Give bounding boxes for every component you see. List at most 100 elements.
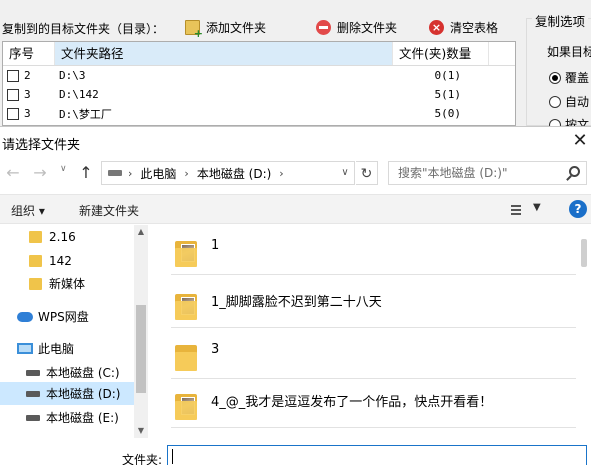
breadcrumb-local-disk-d[interactable]: 本地磁盘 (D:) bbox=[197, 165, 271, 182]
search-input[interactable] bbox=[398, 166, 568, 180]
close-button[interactable]: ✕ bbox=[569, 130, 591, 152]
address-bar[interactable]: › 此电脑 › 本地磁盘 (D:) › bbox=[101, 161, 355, 185]
navigation-bar: ← → ∨ ↑ › 此电脑 › 本地磁盘 (D:) › ∨ ↻ bbox=[0, 158, 591, 188]
row-path: D:\142 bbox=[59, 88, 99, 101]
navigation-scrollbar[interactable]: ▲ ▼ bbox=[134, 225, 148, 438]
refresh-icon[interactable]: ↻ bbox=[356, 161, 378, 185]
copy-options-title: 复制选项 bbox=[532, 11, 589, 30]
folder-icon bbox=[175, 343, 197, 371]
forward-arrow-icon[interactable]: → bbox=[30, 163, 50, 183]
computer-icon bbox=[17, 343, 33, 354]
command-bar: 组织 ▾ 新建文件夹 ▼ ? bbox=[0, 194, 591, 224]
row-count: 5(1) bbox=[434, 88, 462, 101]
tree-item-local-disk-e[interactable]: 本地磁盘 (E:) bbox=[0, 406, 134, 429]
back-arrow-icon[interactable]: ← bbox=[3, 163, 23, 183]
minus-circle-icon bbox=[316, 19, 331, 35]
list-item[interactable]: 3 bbox=[171, 329, 576, 379]
header-seq[interactable]: 序号 bbox=[3, 42, 55, 65]
tree-item-wps-cloud[interactable]: WPS网盘 bbox=[0, 305, 134, 328]
radio-overwrite[interactable]: 覆盖 bbox=[549, 69, 589, 86]
drive-icon bbox=[26, 369, 40, 376]
row-seq: 3 bbox=[24, 107, 31, 120]
search-box[interactable] bbox=[388, 161, 587, 185]
row-seq: 3 bbox=[24, 88, 31, 101]
tree-item-label: 此电脑 bbox=[38, 342, 75, 356]
address-dropdown-icon[interactable]: ∨ bbox=[337, 161, 353, 185]
breadcrumb-separator[interactable]: › bbox=[184, 167, 188, 180]
folder-icon bbox=[175, 392, 197, 420]
text-caret bbox=[172, 449, 173, 464]
folder-name: 1_脚脚露脸不迟到第二十八天 bbox=[211, 295, 382, 310]
folder-icon bbox=[29, 230, 42, 243]
clear-table-button[interactable]: × 清空表格 bbox=[429, 17, 498, 37]
up-arrow-icon[interactable]: ↑ bbox=[76, 163, 96, 183]
header-path[interactable]: 文件夹路径 bbox=[55, 42, 393, 65]
drive-icon bbox=[26, 414, 40, 421]
tree-item-2-16[interactable]: 2.16 bbox=[0, 225, 134, 248]
tree-item-label: 新媒体 bbox=[49, 277, 86, 291]
cloud-icon bbox=[17, 311, 33, 322]
list-item[interactable]: 1_脚脚露脸不迟到第二十八天 bbox=[171, 278, 576, 328]
tree-item-local-disk-d[interactable]: 本地磁盘 (D:) bbox=[0, 382, 134, 405]
copy-options-subtitle: 如果目标 bbox=[547, 45, 591, 59]
tree-item-label: 本地磁盘 (E:) bbox=[46, 411, 119, 425]
row-checkbox[interactable] bbox=[7, 107, 19, 120]
scroll-up-icon[interactable]: ▲ bbox=[134, 225, 148, 239]
folder-icon bbox=[29, 254, 42, 267]
tree-item-label: 本地磁盘 (C:) bbox=[46, 366, 120, 380]
breadcrumb-separator[interactable]: › bbox=[128, 167, 132, 180]
scroll-down-icon[interactable]: ▼ bbox=[134, 424, 148, 438]
target-folder-label: 复制到的目标文件夹（目录）： bbox=[2, 22, 165, 36]
radio-auto[interactable]: 自动 bbox=[549, 93, 589, 110]
folder-icon bbox=[175, 239, 197, 267]
list-item[interactable]: 4_@_我才是逗逗发布了一个作品，快点开看看！ bbox=[171, 378, 576, 428]
table-header: 序号 文件夹路径 文件(夹)数量 bbox=[3, 42, 515, 66]
scroll-thumb[interactable] bbox=[136, 305, 146, 393]
row-path: D:\梦工厂 bbox=[59, 107, 112, 121]
view-options-icon[interactable] bbox=[507, 203, 521, 217]
search-icon[interactable] bbox=[569, 166, 580, 177]
drive-icon bbox=[108, 170, 122, 176]
row-checkbox[interactable] bbox=[7, 88, 19, 101]
organize-menu-button[interactable]: 组织 ▾ bbox=[11, 202, 45, 219]
tree-item-local-disk-c[interactable]: 本地磁盘 (C:) bbox=[0, 361, 134, 384]
table-row[interactable]: 2 D:\3 0(1) bbox=[3, 66, 515, 85]
target-folder-table: 序号 文件夹路径 文件(夹)数量 2 D:\3 0(1) 3 D:\142 5(… bbox=[2, 41, 516, 126]
view-dropdown-icon[interactable]: ▼ bbox=[533, 202, 541, 213]
radio-button-checked[interactable] bbox=[549, 71, 561, 84]
tree-item-this-pc[interactable]: 此电脑 bbox=[0, 337, 134, 360]
help-icon[interactable]: ? bbox=[569, 200, 587, 218]
row-checkbox[interactable] bbox=[7, 69, 19, 82]
folder-list-scrollbar[interactable] bbox=[577, 225, 591, 438]
breadcrumb-separator[interactable]: › bbox=[279, 167, 283, 180]
folder-name: 1 bbox=[211, 238, 220, 253]
tree-item-label: WPS网盘 bbox=[38, 310, 89, 324]
drive-icon bbox=[26, 390, 40, 397]
list-item[interactable]: 1 bbox=[171, 225, 576, 275]
breadcrumb-this-pc[interactable]: 此电脑 bbox=[140, 165, 176, 182]
tree-item-label: 本地磁盘 (D:) bbox=[46, 387, 121, 401]
scroll-thumb[interactable] bbox=[581, 239, 587, 267]
clear-x-icon: × bbox=[429, 19, 444, 35]
tree-item-142[interactable]: 142 bbox=[0, 249, 134, 272]
recent-locations-dropdown-icon[interactable]: ∨ bbox=[60, 164, 67, 174]
tree-item-new-media[interactable]: 新媒体 bbox=[0, 272, 134, 295]
navigation-pane: 2.16 142 新媒体 WPS网盘 此电脑 本地磁盘 (C:) 本地磁盘 (D… bbox=[0, 225, 148, 438]
delete-folder-button[interactable]: 删除文件夹 bbox=[316, 17, 397, 37]
radio-auto-label: 自动 bbox=[565, 95, 590, 109]
add-folder-label: 添加文件夹 bbox=[206, 20, 267, 35]
folder-name-input[interactable] bbox=[167, 445, 587, 465]
folder-icon bbox=[175, 292, 197, 320]
radio-button[interactable] bbox=[549, 95, 561, 108]
tree-item-label: 2.16 bbox=[49, 229, 76, 244]
folder-add-icon bbox=[185, 19, 203, 40]
table-row[interactable]: 3 D:\梦工厂 5(0) bbox=[3, 104, 515, 123]
table-row[interactable]: 3 D:\142 5(1) bbox=[3, 85, 515, 104]
folder-name: 4_@_我才是逗逗发布了一个作品，快点开看看！ bbox=[211, 395, 493, 410]
header-count[interactable]: 文件(夹)数量 bbox=[393, 42, 489, 65]
new-folder-button[interactable]: 新建文件夹 bbox=[79, 202, 139, 219]
folder-name: 3 bbox=[211, 342, 220, 357]
tree-item-label: 142 bbox=[49, 253, 72, 268]
add-folder-button[interactable]: 添加文件夹 bbox=[185, 17, 267, 40]
delete-folder-label: 删除文件夹 bbox=[337, 20, 398, 35]
